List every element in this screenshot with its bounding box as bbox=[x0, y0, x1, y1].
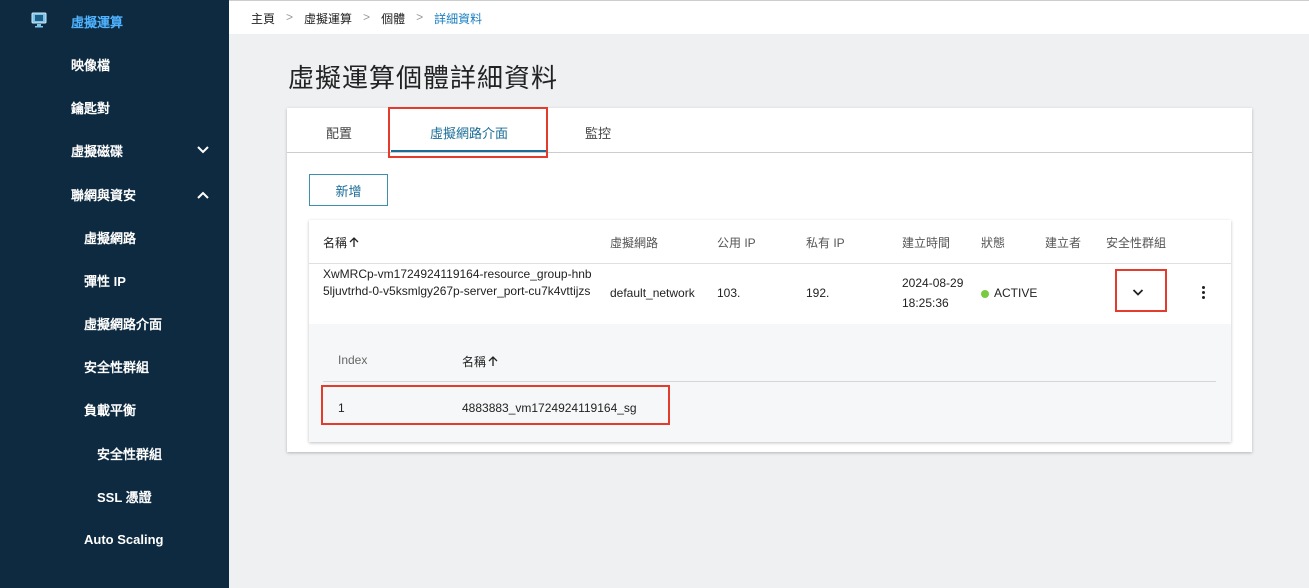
breadcrumb-separator: > bbox=[286, 10, 294, 24]
tab-configuration[interactable]: 配置 bbox=[326, 123, 352, 142]
sidebar-item-label: 聯網與資安 bbox=[71, 188, 137, 203]
cell-network: default_network bbox=[610, 286, 695, 300]
cell-created-time: 18:25:36 bbox=[902, 296, 949, 310]
page-title: 虛擬運算個體詳細資料 bbox=[288, 63, 559, 93]
sidebar-item-label: 負載平衡 bbox=[84, 403, 137, 418]
sidebar-item-images[interactable]: 映像檔 bbox=[0, 43, 229, 86]
row-divider bbox=[309, 263, 1231, 264]
highlight-box-security-group bbox=[321, 385, 670, 425]
sidebar-item-virtual-network[interactable]: 虛擬網路 bbox=[0, 216, 229, 259]
cell-public-ip: 103. bbox=[717, 286, 741, 300]
breadcrumb-separator: > bbox=[363, 10, 371, 24]
arrow-up-icon bbox=[488, 356, 498, 366]
network-interface-table: 名稱 虛擬網路 公用 IP 私有 IP 建立時間 狀態 建立者 安全性群組 Xw… bbox=[309, 220, 1231, 442]
sidebar-item-label: 虛擬網路介面 bbox=[84, 317, 163, 332]
sidebar-item-load-balancing[interactable]: 負載平衡 bbox=[0, 388, 229, 431]
sidebar-item-label: 彈性 IP bbox=[84, 274, 126, 289]
sidebar-item-networking-security[interactable]: 聯網與資安 bbox=[0, 173, 229, 216]
sidebar-item-label: 安全性群組 bbox=[84, 360, 150, 375]
subtable-divider bbox=[323, 381, 1216, 382]
sidebar-item-lb-security-groups[interactable]: 安全性群組 bbox=[0, 432, 229, 475]
sidebar-item-auto-scaling[interactable]: Auto Scaling bbox=[0, 518, 229, 561]
tab-monitoring[interactable]: 監控 bbox=[585, 123, 611, 142]
sidebar-item-security-groups[interactable]: 安全性群組 bbox=[0, 345, 229, 388]
sidebar-item-label: 虛擬運算 bbox=[71, 15, 124, 30]
subcolumn-header-name[interactable]: 名稱 bbox=[462, 353, 498, 370]
breadcrumb-virtual-compute[interactable]: 虛擬運算 bbox=[304, 10, 352, 27]
sidebar-item-label: 映像檔 bbox=[71, 58, 111, 73]
sidebar-item-elastic-ip[interactable]: 彈性 IP bbox=[0, 259, 229, 302]
sidebar-item-label: 虛擬磁碟 bbox=[71, 144, 124, 159]
highlight-box-tab bbox=[388, 107, 548, 158]
sidebar-item-virtual-compute[interactable]: 虛擬運算 bbox=[0, 0, 229, 43]
sidebar-item-label: 虛擬網路 bbox=[84, 231, 137, 246]
breadcrumb-separator: > bbox=[416, 10, 424, 24]
breadcrumb-bar: 主頁 > 虛擬運算 > 個體 > 詳細資料 bbox=[229, 0, 1309, 34]
subcolumn-header-label: 名稱 bbox=[462, 355, 487, 369]
column-header-creator: 建立者 bbox=[1045, 236, 1082, 250]
cell-private-ip: 192. bbox=[806, 286, 830, 300]
breadcrumb-details: 詳細資料 bbox=[434, 12, 483, 26]
column-header-status: 狀態 bbox=[981, 236, 1006, 250]
add-button[interactable]: 新增 bbox=[309, 174, 388, 206]
chevron-down-icon bbox=[197, 146, 209, 154]
sidebar-item-label: Auto Scaling bbox=[84, 532, 164, 547]
column-header-private-ip: 私有 IP bbox=[806, 236, 845, 250]
detail-card: 配置 虛擬網路介面 監控 新增 名稱 虛擬網路 公用 IP 私有 IP 建立時間… bbox=[287, 107, 1252, 452]
column-header-public-ip: 公用 IP bbox=[717, 236, 756, 250]
computer-monitor-icon bbox=[31, 12, 47, 28]
column-header-label: 名稱 bbox=[323, 236, 348, 250]
column-header-created-time: 建立時間 bbox=[902, 236, 951, 250]
arrow-up-icon bbox=[349, 237, 359, 247]
sidebar-item-label: SSL 憑證 bbox=[97, 490, 152, 505]
highlight-box-expand bbox=[1115, 269, 1167, 312]
subcolumn-header-index: Index bbox=[338, 353, 368, 367]
column-header-security-group: 安全性群組 bbox=[1106, 236, 1167, 250]
breadcrumb-home[interactable]: 主頁 bbox=[251, 10, 275, 27]
status-dot-icon bbox=[981, 289, 989, 298]
cell-created-date: 2024-08-29 bbox=[902, 276, 964, 290]
sidebar-item-label: 鑰匙對 bbox=[71, 101, 111, 116]
breadcrumb: 主頁 > 虛擬運算 > 個體 > 詳細資料 bbox=[251, 10, 482, 27]
sidebar-item-label: 安全性群組 bbox=[97, 447, 163, 462]
more-actions-icon[interactable] bbox=[1200, 286, 1206, 302]
security-group-subtable: Index 名稱 1 4883883_vm1724924119164_sg bbox=[309, 324, 1231, 442]
column-header-name[interactable]: 名稱 bbox=[323, 234, 359, 251]
cell-name: XwMRCp-vm1724924119164-resource_group-hn… bbox=[323, 267, 592, 298]
status-label: ACTIVE bbox=[994, 286, 1038, 300]
status-badge: ACTIVE bbox=[981, 286, 1037, 300]
sidebar-item-virtual-disk[interactable]: 虛擬磁碟 bbox=[0, 129, 229, 172]
chevron-up-icon bbox=[197, 191, 209, 199]
sidebar: 虛擬運算 映像檔 鑰匙對 虛擬磁碟 聯網與資安 虛擬網路 彈性 IP 虛擬網路介… bbox=[0, 0, 229, 588]
sidebar-item-keypairs[interactable]: 鑰匙對 bbox=[0, 86, 229, 129]
column-header-network: 虛擬網路 bbox=[610, 236, 659, 250]
breadcrumb-instances[interactable]: 個體 bbox=[381, 10, 405, 27]
sidebar-item-ssl-certificates[interactable]: SSL 憑證 bbox=[0, 475, 229, 518]
sidebar-item-network-interface[interactable]: 虛擬網路介面 bbox=[0, 302, 229, 345]
